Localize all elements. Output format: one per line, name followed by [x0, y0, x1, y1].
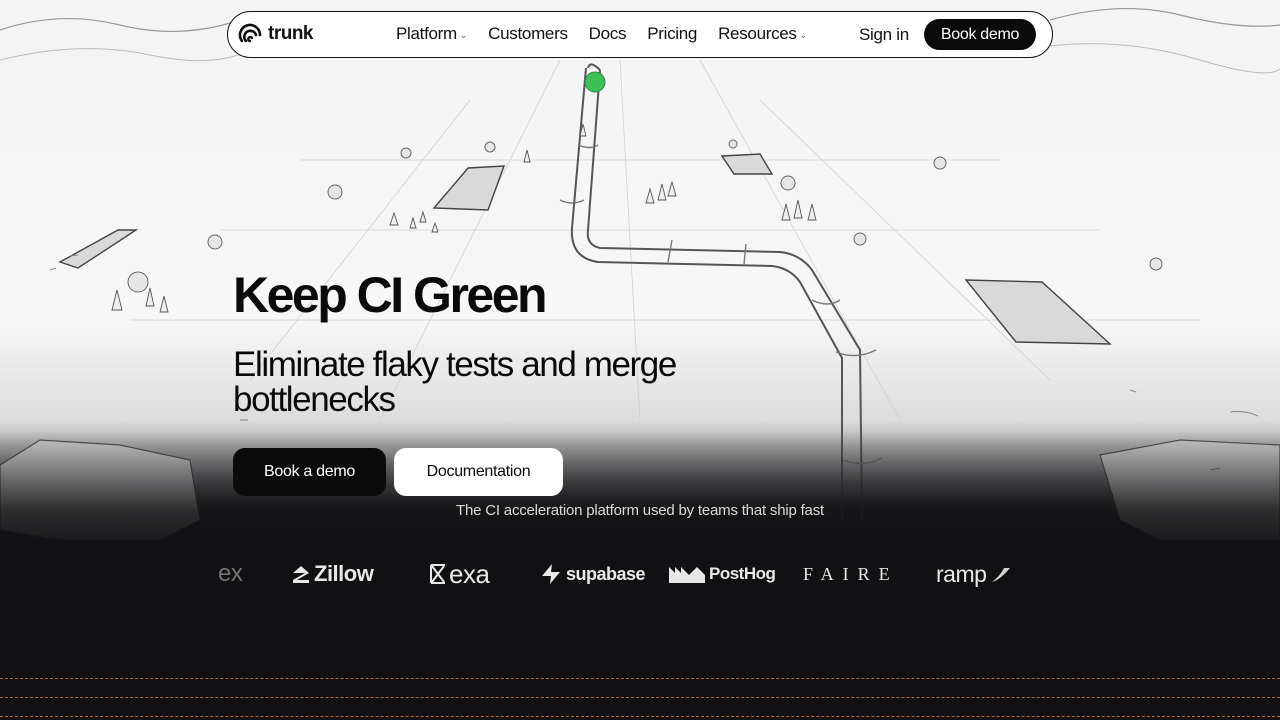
logo-text: exa [449, 558, 490, 589]
logo-text: PostHog [709, 564, 776, 583]
nav-item-docs[interactable]: Docs [589, 24, 627, 44]
logo-text: FAIRE [803, 563, 899, 584]
nav-item-label: Docs [588, 24, 627, 43]
customer-logo-supabase: supabase [540, 556, 646, 592]
zillow-logo-icon [293, 566, 309, 583]
nav-item-label: Pricing [647, 24, 698, 43]
customer-logo-exa: exa [429, 556, 490, 592]
logo-text: ex [218, 560, 243, 587]
nav-item-customers[interactable]: Customers [488, 24, 568, 44]
logo-text: supabase [566, 563, 646, 584]
supabase-logo-icon [542, 564, 560, 584]
trunk-logo[interactable]: trunk [238, 21, 314, 47]
dashed-divider [0, 697, 1280, 698]
nav-item-platform[interactable]: Platform ⌄ [396, 24, 467, 44]
exa-logo-icon [430, 564, 445, 584]
nav-item-pricing[interactable]: Pricing [647, 24, 697, 44]
book-demo-button[interactable]: Book demo [924, 19, 1036, 50]
nav-links: Platform ⌄ Customers Docs Pricing Resour… [396, 24, 807, 44]
trunk-logo-icon [238, 23, 262, 43]
nav-item-label: Resources [718, 24, 797, 43]
logo-wordmark: trunk [268, 23, 314, 44]
hero-subtitle: Eliminate flaky tests and merge bottlene… [233, 345, 677, 419]
customer-logos-strip: ex Zillow exa supabase PostHog FAIRE ram… [0, 556, 1280, 592]
customer-logo-posthog: PostHog [669, 556, 776, 592]
posthog-logo-icon [669, 567, 705, 583]
dashed-divider [0, 678, 1280, 679]
customer-logo-faire: FAIRE [803, 556, 899, 592]
customer-logo-partial: ex [218, 556, 243, 592]
customer-logo-zillow: Zillow [291, 556, 374, 592]
chevron-down-icon: ⌄ [799, 29, 808, 40]
nav-item-label: Customers [488, 24, 568, 43]
logo-text: ramp [936, 560, 987, 587]
top-navbar: trunk Platform ⌄ Customers Docs Pricing … [227, 11, 1053, 58]
customer-logo-ramp: ramp [936, 556, 1012, 592]
logo-text: Zillow [314, 561, 374, 586]
ramp-logo-icon [992, 568, 1011, 582]
documentation-button[interactable]: Documentation [394, 448, 563, 496]
hero-tagline: The CI acceleration platform used by tea… [456, 502, 824, 519]
chevron-down-icon: ⌄ [459, 29, 468, 40]
nav-item-label: Platform [396, 24, 457, 43]
sign-in-link[interactable]: Sign in [859, 25, 909, 45]
hero-title: Keep CI Green [233, 267, 548, 323]
dashed-divider [0, 716, 1280, 717]
book-a-demo-button[interactable]: Book a demo [233, 448, 386, 496]
nav-item-resources[interactable]: Resources ⌄ [718, 24, 807, 44]
